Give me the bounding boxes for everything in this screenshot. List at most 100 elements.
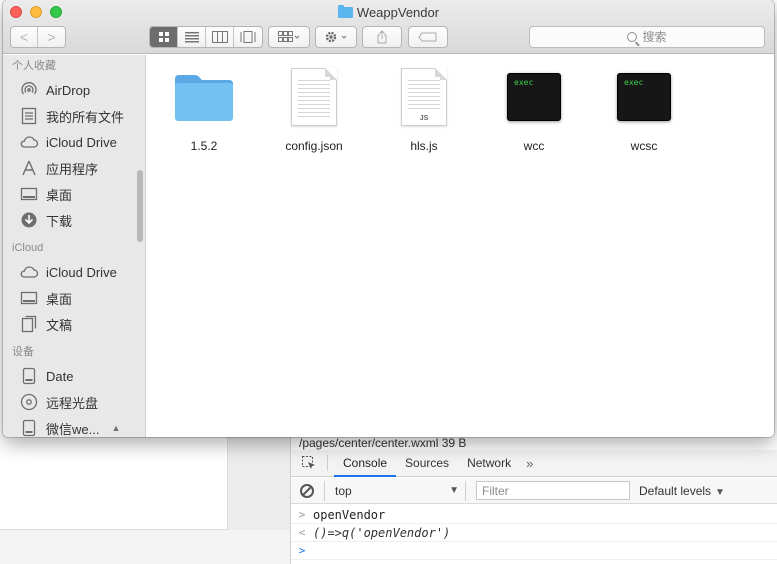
- context-selector-value: top: [335, 483, 352, 498]
- view-mode-buttons: [149, 26, 263, 48]
- sidebar-item-label: 远程光盘: [46, 395, 99, 411]
- sidebar-item-label: 我的所有文件: [46, 109, 125, 125]
- console-input-chevron-icon: >: [298, 508, 306, 521]
- sidebar-item-all-files[interactable]: 我的所有文件: [3, 103, 145, 129]
- tab-console[interactable]: Console: [334, 450, 397, 477]
- search-icon: [627, 32, 638, 42]
- background-footer: [0, 530, 290, 564]
- desktop-icon: [19, 185, 39, 203]
- sidebar-item-downloads[interactable]: 下载: [3, 207, 145, 233]
- back-button[interactable]: <: [11, 27, 38, 47]
- inspect-element-icon[interactable]: [299, 453, 319, 473]
- desktop-icon: [19, 289, 39, 307]
- sidebar-item-remote-disc[interactable]: 远程光盘: [3, 389, 145, 415]
- column-view-button[interactable]: [206, 27, 234, 47]
- sidebar-item-label: 桌面: [46, 187, 73, 203]
- arrange-button[interactable]: [269, 27, 309, 47]
- share-button-group: [362, 26, 402, 48]
- disk-icon: [19, 367, 39, 385]
- dropdown-arrow-icon: ▼: [449, 484, 459, 496]
- sidebar-item-label: 下载: [46, 213, 73, 229]
- sidebar-item-wechat-disk[interactable]: 微信we... ▲: [3, 415, 145, 437]
- sidebar-scrollbar-track: [135, 55, 145, 437]
- gear-icon: [325, 31, 347, 43]
- console-input-text: openVendor: [313, 508, 386, 522]
- sidebar-item-label: 应用程序: [46, 161, 99, 177]
- javascript-file-icon: JS: [369, 65, 479, 129]
- icon-view-button[interactable]: [150, 27, 178, 47]
- file-item-config-json[interactable]: config.json: [259, 65, 369, 153]
- sidebar-item-label: 桌面: [46, 291, 73, 307]
- console-filter-input[interactable]: Filter: [476, 481, 630, 500]
- window-title: WeappVendor: [3, 5, 774, 20]
- cloud-icon: [19, 133, 39, 151]
- download-icon: [19, 211, 39, 229]
- sidebar-item-icloud-drive[interactable]: iCloud Drive: [3, 129, 145, 155]
- sidebar-header-devices: 设备: [12, 346, 34, 358]
- list-view-button[interactable]: [178, 27, 206, 47]
- disk-icon: [19, 419, 39, 437]
- file-type-tag: JS: [419, 115, 429, 122]
- optical-disc-icon: [19, 393, 39, 411]
- eject-icon[interactable]: ▲: [111, 423, 120, 433]
- console-result-chevron-icon: <: [298, 526, 306, 539]
- executable-icon: exec: [479, 65, 589, 129]
- tab-network[interactable]: Network: [458, 450, 520, 477]
- sidebar-item-icloud-desktop[interactable]: 桌面: [3, 285, 145, 311]
- exec-tag: exec: [624, 78, 644, 87]
- coverflow-view-button[interactable]: [234, 27, 262, 47]
- window-titlebar[interactable]: WeappVendor < > 搜索: [3, 0, 774, 54]
- navigation-buttons: < >: [10, 26, 66, 48]
- console-toolbar: top ▼ Filter Default levels ▼: [291, 478, 777, 504]
- console-output[interactable]: > openVendor < ()=>q('openVendor') >: [291, 506, 777, 564]
- file-item-hls-js[interactable]: JS hls.js: [369, 65, 479, 153]
- clear-console-icon[interactable]: [300, 483, 314, 498]
- window-title-text: WeappVendor: [356, 5, 440, 20]
- file-icon-grid: 1.5.2 config.json JS hls.js exec wcc exe…: [146, 55, 774, 437]
- share-icon: [377, 30, 387, 44]
- sidebar-item-documents[interactable]: 文稿: [3, 311, 145, 337]
- file-item-folder[interactable]: 1.5.2: [149, 65, 259, 153]
- log-levels-dropdown[interactable]: Default levels ▼: [639, 484, 725, 498]
- sidebar-item-label: iCloud Drive: [46, 264, 117, 280]
- executable-icon: exec: [589, 65, 699, 129]
- dropdown-arrow-icon: ▼: [715, 486, 725, 498]
- search-placeholder: 搜索: [642, 30, 667, 44]
- exec-tag: exec: [514, 78, 534, 87]
- grid-icon: [158, 32, 169, 42]
- search-field[interactable]: 搜索: [529, 26, 765, 48]
- cloud-icon: [19, 263, 39, 281]
- file-item-wcsc[interactable]: exec wcsc: [589, 65, 699, 153]
- sidebar-scrollbar[interactable]: [137, 170, 143, 242]
- folder-icon: [337, 5, 353, 18]
- documents-icon: [19, 315, 39, 333]
- tab-separator: [327, 455, 328, 471]
- sidebar-item-label: AirDrop: [46, 82, 91, 98]
- file-name: wcc: [523, 139, 545, 153]
- list-icon: [184, 32, 199, 43]
- action-dropdown: [315, 26, 357, 48]
- action-button[interactable]: [316, 27, 356, 47]
- devtools-tabbar: Console Sources Network »: [291, 450, 777, 477]
- tag-button[interactable]: [409, 27, 447, 47]
- sidebar-item-airdrop[interactable]: AirDrop: [3, 77, 145, 103]
- console-prompt-line[interactable]: >: [291, 542, 777, 560]
- forward-button[interactable]: >: [38, 27, 65, 47]
- airdrop-icon: [19, 81, 39, 99]
- sidebar-item-applications[interactable]: 应用程序: [3, 155, 145, 181]
- console-prompt-chevron-icon: >: [298, 544, 306, 557]
- folder-icon: [149, 65, 259, 129]
- sidebar-item-label: 微信we...: [46, 421, 100, 437]
- file-name: hls.js: [410, 139, 438, 153]
- console-result-text: ()=>q('openVendor'): [313, 526, 451, 540]
- context-selector[interactable]: top ▼: [324, 480, 466, 501]
- background-panel: [0, 436, 228, 530]
- sidebar-header-icloud: iCloud: [12, 242, 44, 254]
- file-item-wcc[interactable]: exec wcc: [479, 65, 589, 153]
- share-button[interactable]: [363, 27, 401, 47]
- sidebar-item-desktop[interactable]: 桌面: [3, 181, 145, 207]
- sidebar-item-icloud-drive-2[interactable]: iCloud Drive: [3, 259, 145, 285]
- tab-sources[interactable]: Sources: [396, 450, 458, 477]
- sidebar-item-date-disk[interactable]: Date: [3, 363, 145, 389]
- more-tabs-button[interactable]: »: [520, 456, 539, 471]
